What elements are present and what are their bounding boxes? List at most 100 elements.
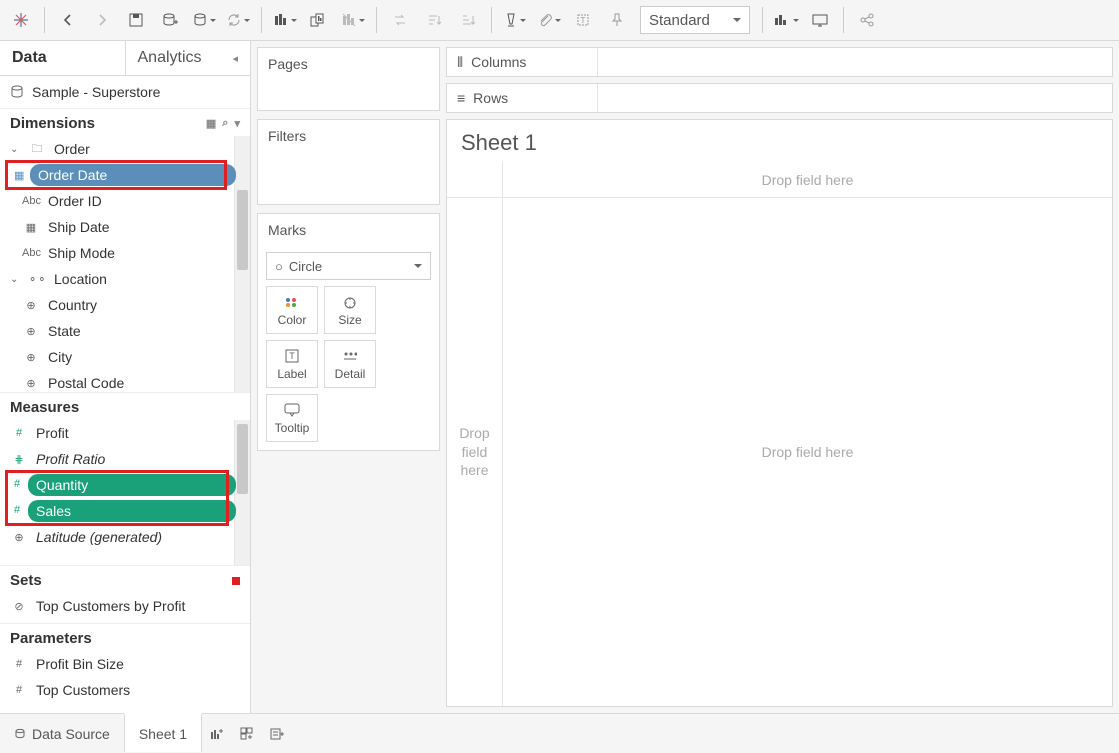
field-latitude[interactable]: ⊕ Latitude (generated) <box>0 524 250 550</box>
mark-type-select[interactable]: ○ Circle <box>266 252 431 280</box>
datasource-row[interactable]: Sample - Superstore <box>0 76 250 108</box>
tableau-logo-icon[interactable] <box>4 5 38 35</box>
forward-button[interactable] <box>85 5 119 35</box>
svg-text:T: T <box>581 16 586 25</box>
pages-card[interactable]: Pages <box>257 47 440 111</box>
field-profit[interactable]: #Profit <box>0 420 250 446</box>
tab-sheet1[interactable]: Sheet 1 <box>124 713 202 752</box>
sort-asc-button[interactable] <box>417 5 451 35</box>
drop-columns-hint[interactable]: Drop field here <box>503 162 1112 198</box>
new-story-tab-button[interactable] <box>262 714 292 753</box>
fit-mode-select[interactable]: Standard <box>640 6 750 34</box>
duplicate-sheet-button[interactable] <box>302 5 336 35</box>
tab-data-source-label: Data Source <box>32 726 110 742</box>
abc-icon: Abc <box>22 247 40 259</box>
tab-data-source[interactable]: Data Source <box>0 714 124 753</box>
tab-data[interactable]: Data <box>0 41 125 75</box>
field-top-customers-set[interactable]: ⊘Top Customers by Profit <box>0 593 250 619</box>
field-quantity-label: Quantity <box>36 477 88 493</box>
columns-drop-zone[interactable] <box>597 48 1112 76</box>
mark-detail-button[interactable]: Detail <box>324 340 376 388</box>
datasource-icon <box>14 728 26 740</box>
sets-label: Sets <box>10 572 42 589</box>
field-ship-date[interactable]: ▦Ship Date <box>0 214 250 240</box>
folder-order-label: Order <box>54 141 90 157</box>
field-postal-code[interactable]: ⊕Postal Code <box>0 370 250 392</box>
new-datasource-button[interactable] <box>153 5 187 35</box>
mark-tooltip-button[interactable]: Tooltip <box>266 394 318 442</box>
data-pane: Data Analytics ◂ Sample - Superstore Dim… <box>0 41 251 713</box>
search-icon[interactable]: ⌕ <box>222 117 228 130</box>
folder-order[interactable]: ⌄🗀Order <box>0 136 250 162</box>
param-top-customers[interactable]: #Top Customers <box>0 677 250 703</box>
measures-list: #Profit ⋕Profit Ratio # Quantity # Sales… <box>0 420 250 565</box>
dim-menu-icon[interactable]: ▾ <box>234 117 240 130</box>
dimensions-label: Dimensions <box>10 115 95 132</box>
cards-column: Pages Filters Marks ○ Circle Color Size … <box>251 41 446 713</box>
columns-shelf[interactable]: ⦀Columns <box>446 47 1113 77</box>
rows-drop-zone[interactable] <box>597 84 1112 112</box>
calc-hash-icon: ⋕ <box>10 453 28 466</box>
share-button[interactable] <box>850 5 884 35</box>
mark-size-label: Size <box>338 313 361 327</box>
globe-icon: ⊕ <box>10 531 28 544</box>
field-country[interactable]: ⊕Country <box>0 292 250 318</box>
refresh-button[interactable] <box>221 5 255 35</box>
fit-mode-value: Standard <box>649 12 710 29</box>
hash-icon: # <box>10 684 28 696</box>
field-state-label: State <box>48 323 81 339</box>
pin-button[interactable] <box>600 5 634 35</box>
tab-sheet1-label: Sheet 1 <box>139 726 187 742</box>
label-toggle-button[interactable]: T <box>566 5 600 35</box>
hash-icon: # <box>14 504 20 516</box>
field-quantity[interactable]: Quantity <box>28 474 236 496</box>
field-order-id[interactable]: AbcOrder ID <box>0 188 250 214</box>
mark-label-button[interactable]: TLabel <box>266 340 318 388</box>
highlight-button[interactable] <box>498 5 532 35</box>
drop-rows-hint[interactable]: Drop field here <box>447 198 503 706</box>
field-sales-label: Sales <box>36 503 71 519</box>
label-icon: T <box>285 347 299 365</box>
view-as-icon[interactable]: ▦ <box>206 117 216 130</box>
attach-button[interactable] <box>532 5 566 35</box>
autoupdate-button[interactable] <box>187 5 221 35</box>
field-order-date[interactable]: Order Date <box>30 164 236 186</box>
columns-icon: ⦀ <box>457 54 463 71</box>
new-dashboard-tab-button[interactable] <box>232 714 262 753</box>
dimensions-header: Dimensions ▦ ⌕ ▾ <box>0 108 250 136</box>
field-city-label: City <box>48 349 72 365</box>
field-profit-ratio[interactable]: ⋕Profit Ratio <box>0 446 250 472</box>
drop-main-hint[interactable]: Drop field here <box>503 198 1112 706</box>
back-button[interactable] <box>51 5 85 35</box>
sort-desc-button[interactable] <box>451 5 485 35</box>
pages-label: Pages <box>258 48 439 80</box>
sheet-title[interactable]: Sheet 1 <box>447 120 1112 162</box>
filters-card[interactable]: Filters <box>257 119 440 205</box>
marks-label: Marks <box>258 214 439 246</box>
mark-color-label: Color <box>278 313 307 327</box>
marks-card: Marks ○ Circle Color Size TLabel Detail … <box>257 213 440 451</box>
save-button[interactable] <box>119 5 153 35</box>
field-state[interactable]: ⊕State <box>0 318 250 344</box>
new-worksheet-button[interactable] <box>268 5 302 35</box>
parameters-label: Parameters <box>10 630 92 647</box>
tooltip-icon <box>284 401 300 419</box>
clear-sheet-button[interactable] <box>336 5 370 35</box>
field-latitude-label: Latitude (generated) <box>36 529 162 545</box>
collapse-pane-icon[interactable]: ◂ <box>232 52 238 65</box>
sheet-tabs-bar: Data Source Sheet 1 <box>0 713 1119 753</box>
mark-size-button[interactable]: Size <box>324 286 376 334</box>
tab-analytics[interactable]: Analytics ◂ <box>125 41 251 75</box>
param-profit-bin[interactable]: #Profit Bin Size <box>0 651 250 677</box>
swap-button[interactable] <box>383 5 417 35</box>
show-me-button[interactable] <box>769 5 803 35</box>
field-city[interactable]: ⊕City <box>0 344 250 370</box>
mark-color-button[interactable]: Color <box>266 286 318 334</box>
new-worksheet-tab-button[interactable] <box>202 714 232 753</box>
field-ship-mode[interactable]: AbcShip Mode <box>0 240 250 266</box>
presentation-mode-button[interactable] <box>803 5 837 35</box>
folder-location[interactable]: ⌄⚬⚬Location <box>0 266 250 292</box>
field-sales[interactable]: Sales <box>28 500 236 522</box>
rows-shelf[interactable]: ≡Rows <box>446 83 1113 113</box>
field-order-date-label: Order Date <box>38 167 107 183</box>
